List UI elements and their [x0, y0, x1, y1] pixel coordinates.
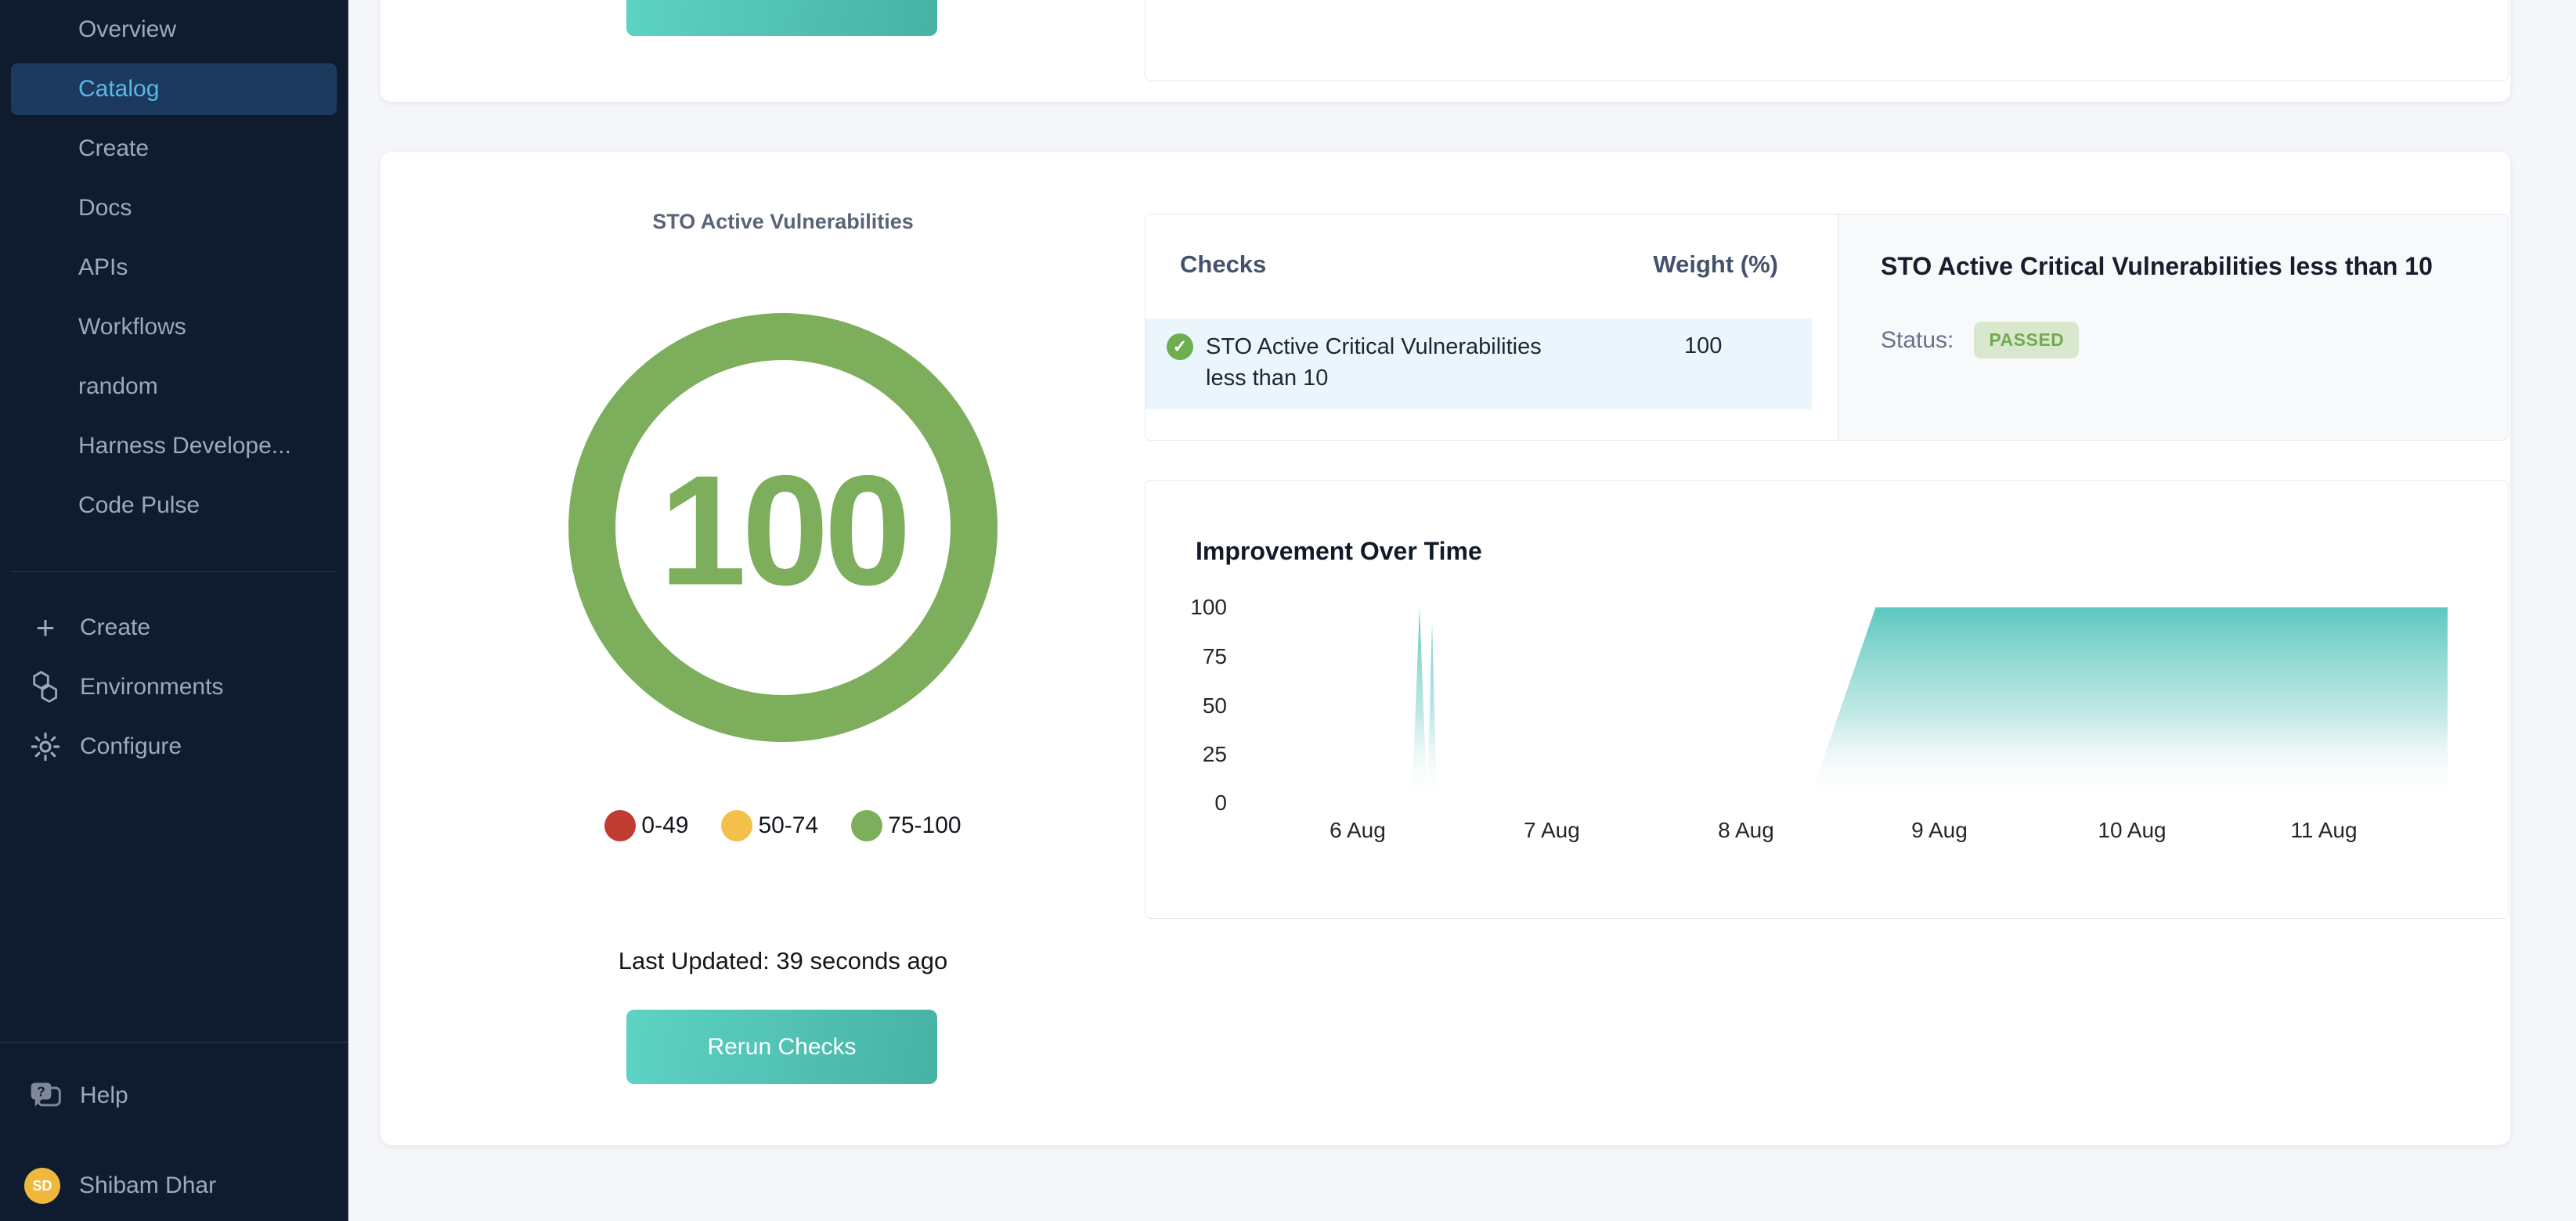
chart-title: Improvement Over Time — [1196, 537, 1482, 566]
legend-item-low: 0-49 — [604, 810, 688, 841]
check-detail-panel: STO Active Critical Vulnerabilities less… — [1838, 214, 2508, 440]
sidebar-action-configure[interactable]: Configure — [0, 717, 348, 776]
hexagons-icon — [28, 670, 63, 704]
status-label: Status: — [1881, 327, 1954, 354]
sidebar-item-code-pulse[interactable]: Code Pulse — [0, 476, 348, 535]
x-tick: 8 Aug — [1691, 818, 1801, 843]
scorecard-card: STO Active Vulnerabilities 100 0-49 50-7… — [381, 152, 2510, 1145]
gear-icon — [28, 729, 63, 764]
sidebar-action-label: Create — [80, 614, 150, 641]
sidebar-item-random[interactable]: random — [0, 357, 348, 416]
sidebar-action-create[interactable]: + Create — [0, 598, 348, 657]
sidebar-help[interactable]: ? Help — [0, 1066, 348, 1126]
x-tick: 11 Aug — [2269, 818, 2379, 843]
sidebar-item-create[interactable]: Create — [0, 119, 348, 178]
check-circle-icon: ✓ — [1167, 333, 1193, 360]
rerun-checks-button[interactable]: Rerun Checks — [626, 1010, 937, 1084]
sidebar-item-apis[interactable]: APIs — [0, 238, 348, 297]
sidebar-item-label: APIs — [78, 254, 128, 281]
checks-table: Checks Weight (%) ✓ STO Active Critical … — [1145, 214, 1838, 440]
checks-section: Checks Weight (%) ✓ STO Active Critical … — [1145, 214, 2509, 441]
legend-dot-green — [851, 810, 882, 841]
sidebar-item-label: Catalog — [78, 76, 159, 103]
legend-dot-red — [604, 810, 636, 841]
scorecard-title: STO Active Vulnerabilities — [407, 210, 1159, 234]
avatar: SD — [24, 1168, 60, 1204]
y-tick: 0 — [1164, 791, 1227, 816]
plus-icon: + — [28, 610, 63, 645]
improvement-chart-panel: Improvement Over Time 100 75 50 25 0 6 A… — [1145, 480, 2509, 919]
y-tick: 25 — [1164, 742, 1227, 767]
y-tick: 100 — [1164, 595, 1227, 620]
check-name: STO Active Critical Vulnerabilities less… — [1206, 331, 1574, 394]
help-label: Help — [80, 1082, 128, 1109]
score-legend: 0-49 50-74 75-100 — [407, 810, 1159, 841]
help-icon: ? — [28, 1079, 63, 1113]
sidebar-item-workflows[interactable]: Workflows — [0, 297, 348, 357]
status-badge: PASSED — [1974, 322, 2079, 358]
x-tick: 10 Aug — [2077, 818, 2187, 843]
sidebar-item-label: Code Pulse — [78, 492, 200, 519]
sidebar-item-label: Workflows — [78, 314, 186, 340]
legend-item-mid: 50-74 — [721, 810, 818, 841]
sidebar-item-label: Docs — [78, 195, 132, 222]
rerun-checks-button-partial[interactable] — [626, 0, 937, 36]
x-tick: 9 Aug — [1885, 818, 1994, 843]
sidebar-item-catalog[interactable]: Catalog — [11, 63, 337, 115]
previous-checks-panel — [1145, 0, 2509, 81]
sidebar-item-label: random — [78, 373, 158, 400]
sidebar-item-harness-developer[interactable]: Harness Develope... — [0, 416, 348, 476]
user-menu[interactable]: SD Shibam Dhar — [0, 1156, 348, 1216]
sidebar-item-label: Create — [78, 135, 149, 162]
sidebar-item-overview[interactable]: Overview — [0, 0, 348, 59]
check-weight: 100 — [1684, 333, 1722, 359]
score-value: 100 — [659, 444, 907, 618]
sidebar-action-label: Environments — [80, 674, 223, 701]
legend-dot-yellow — [721, 810, 752, 841]
previous-scorecard-card — [381, 0, 2510, 102]
sidebar-divider — [11, 571, 337, 572]
score-gauge: 100 — [564, 308, 1002, 747]
x-tick: 7 Aug — [1497, 818, 1607, 843]
legend-item-high: 75-100 — [851, 810, 961, 841]
sidebar-divider — [0, 1042, 348, 1043]
svg-text:?: ? — [37, 1084, 45, 1100]
y-tick: 75 — [1164, 644, 1227, 669]
sidebar: Overview Catalog Create Docs APIs Workfl… — [0, 0, 348, 1221]
y-tick: 50 — [1164, 693, 1227, 719]
last-updated-text: Last Updated: 39 seconds ago — [407, 947, 1159, 975]
sidebar-item-label: Overview — [78, 16, 176, 43]
sidebar-action-environments[interactable]: Environments — [0, 657, 348, 717]
weight-column-header: Weight (%) — [1653, 250, 1778, 279]
check-row-selected[interactable]: ✓ STO Active Critical Vulnerabilities le… — [1145, 319, 1812, 409]
sidebar-item-label: Harness Develope... — [78, 433, 291, 459]
x-tick: 6 Aug — [1303, 818, 1412, 843]
user-name: Shibam Dhar — [79, 1172, 216, 1199]
checks-column-header: Checks — [1180, 250, 1266, 279]
sidebar-action-label: Configure — [80, 733, 182, 760]
sidebar-item-docs[interactable]: Docs — [0, 178, 348, 238]
check-detail-title: STO Active Critical Vulnerabilities less… — [1881, 252, 2477, 281]
